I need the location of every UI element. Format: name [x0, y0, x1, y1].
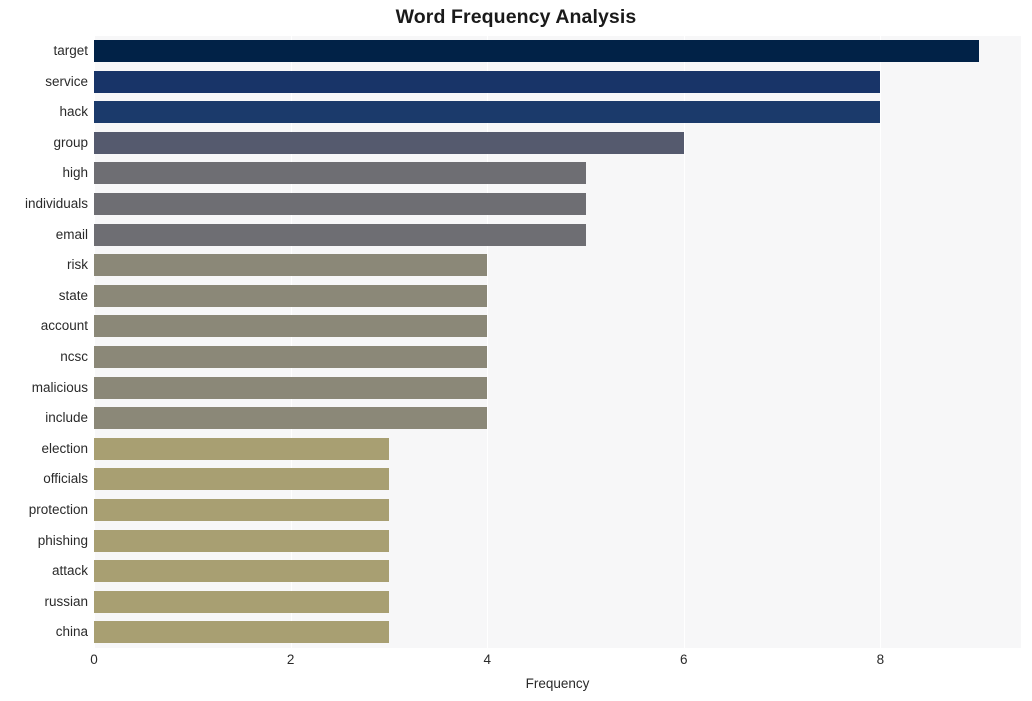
y-tick-label-target: target — [53, 43, 88, 58]
bar-election[interactable] — [94, 437, 389, 460]
bar-service[interactable] — [94, 70, 881, 93]
bar-high[interactable] — [94, 162, 586, 185]
y-tick-label-group: group — [53, 134, 88, 150]
bar-group[interactable] — [94, 131, 684, 154]
bar-target[interactable] — [94, 40, 979, 62]
y-tick-label-email: email — [55, 226, 88, 242]
y-tick-label-attack: attack — [51, 563, 88, 579]
x-tick-label-0: 0 — [90, 652, 98, 667]
bars-group — [94, 36, 1021, 648]
y-tick-label-risk: risk — [67, 257, 88, 273]
chart-title: Word Frequency Analysis — [395, 6, 637, 28]
y-axis-tick-labels: target service hack group high individuals ema… — [0, 36, 88, 648]
bar-russian[interactable] — [94, 590, 389, 613]
bar-malicious[interactable] — [94, 376, 488, 399]
y-tick-label-russian: russian — [44, 593, 88, 609]
bar-hack[interactable] — [94, 101, 881, 124]
y-tick-label-service: service — [45, 73, 88, 89]
bar-attack[interactable] — [94, 560, 389, 583]
x-axis-title: Frequency — [525, 676, 590, 691]
x-tick-label-2: 2 — [286, 652, 295, 667]
y-tick-label-malicious: malicious — [31, 379, 88, 395]
y-tick-label-china: china — [55, 624, 88, 640]
bar-phishing[interactable] — [94, 529, 389, 552]
word-frequency-bar-chart: Word Frequency Analysis target service hac… — [0, 0, 1032, 701]
bar-include[interactable] — [94, 407, 488, 430]
bar-individuals[interactable] — [94, 193, 586, 215]
bar-ncsc[interactable] — [94, 346, 488, 368]
bar-state[interactable] — [94, 284, 488, 307]
bar-risk[interactable] — [94, 254, 488, 277]
y-tick-label-protection: protection — [28, 502, 88, 517]
bar-china[interactable] — [94, 621, 389, 644]
y-tick-label-include: include — [45, 410, 88, 426]
x-tick-label-4: 4 — [483, 652, 491, 667]
x-axis-tick-labels: 0 2 4 6 8 — [0, 652, 1032, 674]
bar-protection[interactable] — [94, 499, 389, 521]
bar-officials[interactable] — [94, 468, 389, 491]
plot-area — [94, 36, 1021, 648]
y-tick-label-phishing: phishing — [37, 532, 88, 548]
bar-email[interactable] — [94, 223, 586, 246]
x-tick-label-6: 6 — [680, 652, 688, 667]
y-tick-label-state: state — [58, 287, 88, 303]
y-tick-label-officials: officials — [43, 471, 88, 487]
bar-account[interactable] — [94, 315, 488, 338]
y-tick-label-hack: hack — [59, 104, 88, 120]
y-tick-label-ncsc: ncsc — [60, 349, 88, 364]
y-tick-label-election: election — [41, 440, 88, 456]
y-tick-label-individuals: individuals — [24, 196, 88, 211]
y-tick-label-high: high — [62, 165, 88, 181]
y-tick-label-account: account — [40, 318, 88, 334]
x-tick-label-8: 8 — [876, 652, 885, 667]
